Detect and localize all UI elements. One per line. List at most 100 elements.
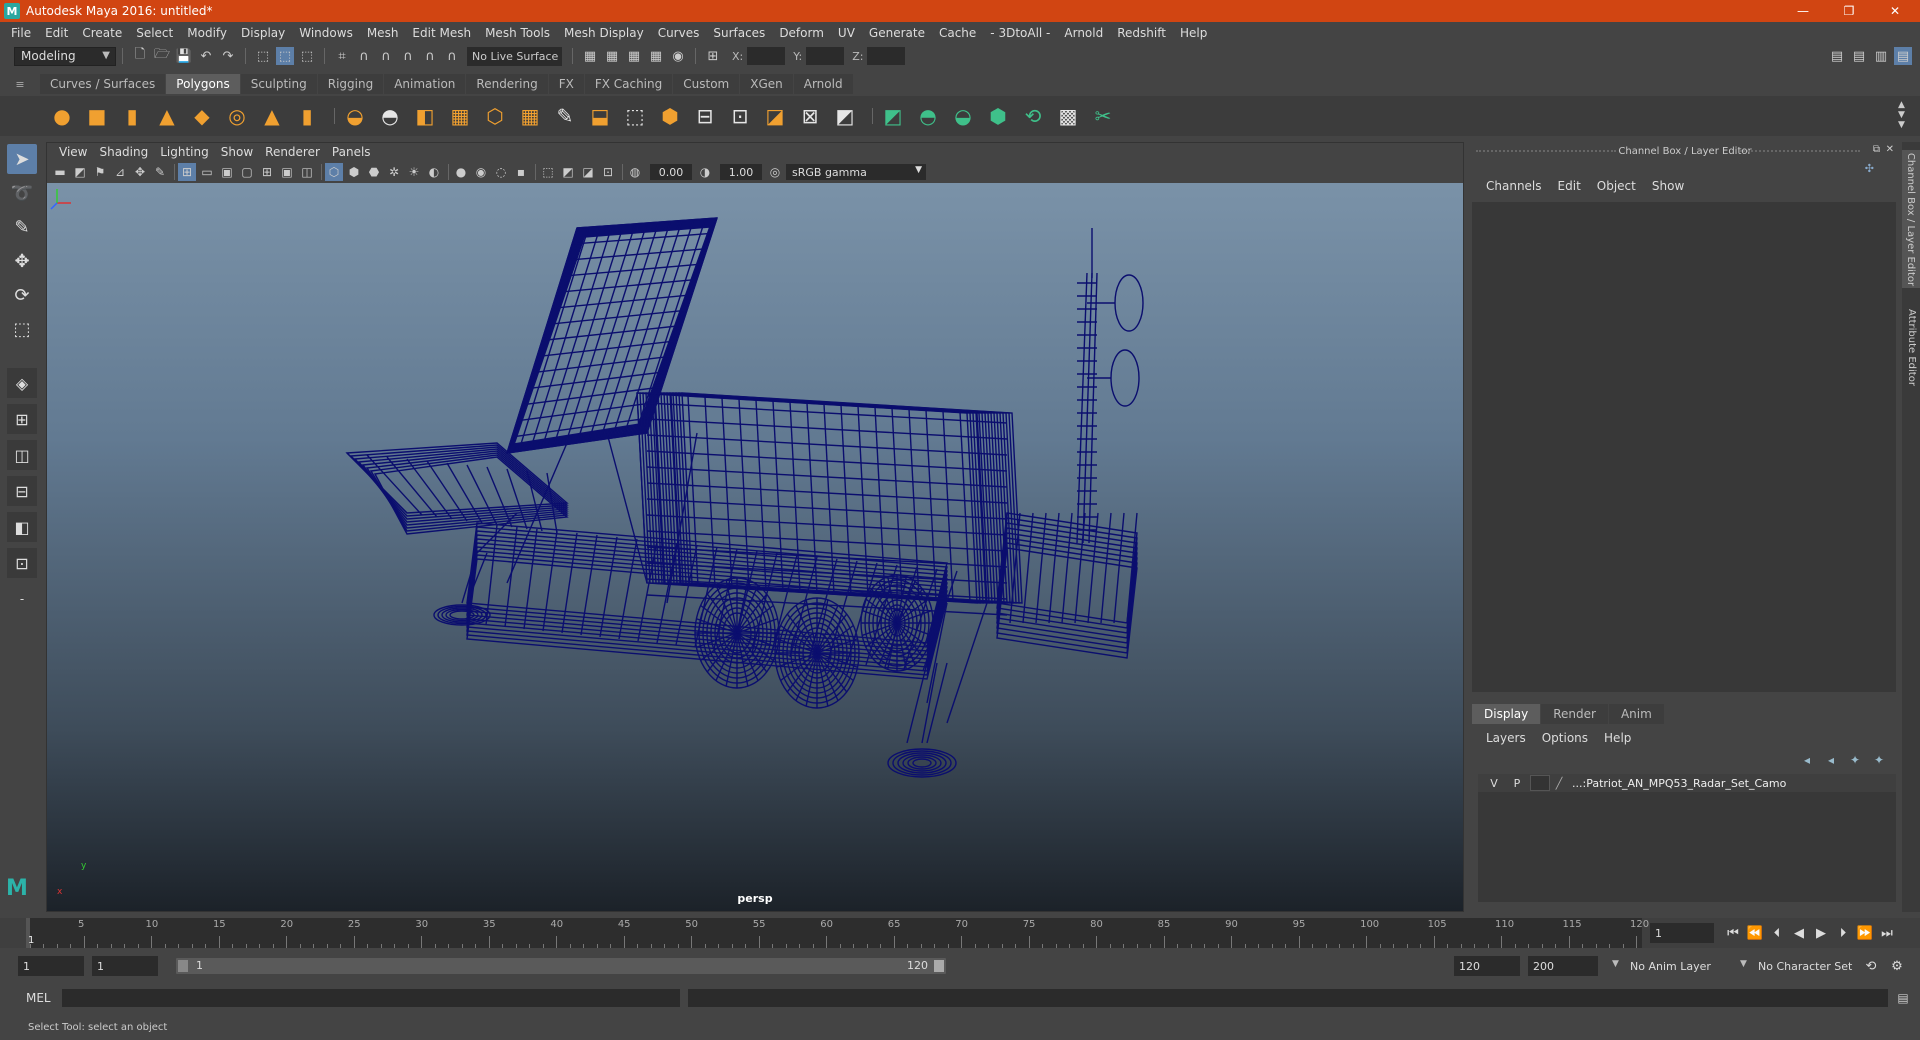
poly-sphere-icon[interactable]: ● bbox=[48, 102, 76, 130]
xray-icon[interactable]: ◩ bbox=[559, 163, 577, 181]
minimize-button[interactable]: — bbox=[1780, 0, 1826, 22]
auto-key-icon[interactable]: ⟲ bbox=[1860, 955, 1882, 977]
smooth-shade-icon[interactable]: ⬢ bbox=[345, 163, 363, 181]
poly-pipe-icon[interactable]: ▮ bbox=[293, 102, 321, 130]
layer-display-type-toggle[interactable] bbox=[1530, 775, 1550, 791]
extrude-icon[interactable]: ⬓ bbox=[586, 102, 614, 130]
shelf-menu-icon[interactable]: ≡ bbox=[0, 74, 40, 94]
side-tab-attribute-editor[interactable]: Attribute Editor bbox=[1902, 302, 1920, 392]
snap-view-plane-icon[interactable]: ∩ bbox=[399, 47, 417, 65]
menu-generate[interactable]: Generate bbox=[862, 26, 932, 40]
shelf-tab-fx-caching[interactable]: FX Caching bbox=[584, 74, 673, 94]
spherical-map-icon[interactable]: ◒ bbox=[949, 102, 977, 130]
menu-3dtoall[interactable]: - 3DtoAll - bbox=[983, 26, 1057, 40]
combine-icon[interactable]: ◒ bbox=[341, 102, 369, 130]
anim-layer-dropdown[interactable]: ▼ No Anim Layer bbox=[1612, 956, 1732, 976]
rotate-tool-icon[interactable]: ⟳ bbox=[7, 280, 37, 310]
tool-settings-toggle-icon[interactable]: ▥ bbox=[1872, 47, 1890, 65]
float-panel-icon[interactable]: ⧉ bbox=[1873, 144, 1880, 155]
paint-select-tool-icon[interactable]: ✎ bbox=[7, 212, 37, 242]
z-field[interactable] bbox=[867, 47, 906, 65]
menu-cache[interactable]: Cache bbox=[932, 26, 983, 40]
x-field[interactable] bbox=[747, 47, 786, 65]
select-object-icon[interactable]: ⬚ bbox=[276, 47, 294, 65]
move-layer-up-icon[interactable]: ◂ bbox=[1798, 752, 1816, 768]
select-component-icon[interactable]: ⬚ bbox=[298, 47, 316, 65]
reduce-icon[interactable]: ⬡ bbox=[481, 102, 509, 130]
side-tab-channel-box[interactable]: Channel Box / Layer Editor bbox=[1902, 150, 1920, 288]
field-chart-icon[interactable]: ⊞ bbox=[258, 163, 276, 181]
shelf-tab-polygons[interactable]: Polygons bbox=[166, 74, 240, 94]
layer-name[interactable]: ...:Patriot_AN_MPQ53_Radar_Set_Camo bbox=[1572, 777, 1786, 790]
sculpt-icon[interactable]: ✎ bbox=[551, 102, 579, 130]
menu-edit-mesh[interactable]: Edit Mesh bbox=[405, 26, 478, 40]
layer-row[interactable]: V P ╱ ...:Patriot_AN_MPQ53_Radar_Set_Cam… bbox=[1478, 774, 1896, 792]
menu-windows[interactable]: Windows bbox=[292, 26, 360, 40]
cb-menu-edit[interactable]: Edit bbox=[1550, 179, 1589, 193]
live-surface-field[interactable]: No Live Surface bbox=[467, 46, 562, 66]
use-all-lights-icon[interactable]: ☀ bbox=[405, 163, 423, 181]
anti-aliasing-icon[interactable]: ◌ bbox=[492, 163, 510, 181]
layer-menu-options[interactable]: Options bbox=[1534, 731, 1596, 745]
new-scene-icon[interactable]: 🗋 bbox=[131, 47, 149, 65]
menu-uv[interactable]: UV bbox=[831, 26, 862, 40]
menu-deform[interactable]: Deform bbox=[772, 26, 831, 40]
scale-tool-icon[interactable]: ⬚ bbox=[7, 314, 37, 344]
shelf-tab-animation[interactable]: Animation bbox=[384, 74, 466, 94]
shelf-tab-xgen[interactable]: XGen bbox=[740, 74, 793, 94]
save-scene-icon[interactable]: 💾 bbox=[175, 47, 193, 65]
grid-icon[interactable]: ⊞ bbox=[178, 163, 196, 181]
current-frame-field[interactable]: 1 bbox=[1650, 923, 1714, 943]
script-editor-icon[interactable]: ▤ bbox=[1894, 989, 1912, 1007]
make-live-icon[interactable]: ∩ bbox=[443, 47, 461, 65]
cb-menu-show[interactable]: Show bbox=[1644, 179, 1692, 193]
menu-set-dropdown[interactable]: Modeling ▼ bbox=[14, 46, 116, 66]
menu-surfaces[interactable]: Surfaces bbox=[706, 26, 772, 40]
two-pane-side-layout-icon[interactable]: ◫ bbox=[7, 440, 37, 470]
animation-start-field[interactable]: 1 bbox=[18, 956, 84, 976]
channel-box-toggle-icon[interactable]: ▤ bbox=[1894, 47, 1912, 65]
render-settings-icon[interactable]: ▦ bbox=[581, 47, 599, 65]
planar-map-icon[interactable]: ◩ bbox=[879, 102, 907, 130]
depth-of-field-icon[interactable]: ▪ bbox=[512, 163, 530, 181]
menu-file[interactable]: File bbox=[4, 26, 38, 40]
hypershade-icon[interactable]: ◉ bbox=[669, 47, 687, 65]
panel-menu-show[interactable]: Show bbox=[215, 145, 259, 159]
color-management-icon[interactable]: ◎ bbox=[766, 163, 784, 181]
outliner-persp-layout-icon[interactable]: ◧ bbox=[7, 512, 37, 542]
menu-display[interactable]: Display bbox=[234, 26, 292, 40]
append-poly-icon[interactable]: ◩ bbox=[831, 102, 859, 130]
wireframe-icon[interactable]: ⬡ bbox=[325, 163, 343, 181]
menu-modify[interactable]: Modify bbox=[180, 26, 234, 40]
move-tool-icon[interactable]: ✥ bbox=[7, 246, 37, 276]
safe-title-icon[interactable]: ◫ bbox=[298, 163, 316, 181]
drag-handle[interactable] bbox=[1476, 150, 1616, 152]
panel-menu-lighting[interactable]: Lighting bbox=[154, 145, 215, 159]
target-weld-icon[interactable]: ◪ bbox=[761, 102, 789, 130]
camera-attributes-icon[interactable]: ◩ bbox=[71, 163, 89, 181]
four-pane-layout-icon[interactable]: ⊞ bbox=[7, 404, 37, 434]
checker-map-icon[interactable]: ▩ bbox=[1054, 102, 1082, 130]
y-field[interactable] bbox=[806, 47, 845, 65]
menu-mesh-display[interactable]: Mesh Display bbox=[557, 26, 651, 40]
layer-menu-layers[interactable]: Layers bbox=[1478, 731, 1534, 745]
animation-end-field[interactable]: 200 bbox=[1528, 956, 1598, 976]
persp-viewport[interactable]: y x persp bbox=[47, 183, 1463, 911]
gamma-field[interactable]: 1.00 bbox=[720, 164, 762, 180]
move-layer-down-icon[interactable]: ◂ bbox=[1822, 752, 1840, 768]
range-bar[interactable]: 1 120 bbox=[176, 958, 946, 974]
transform-mode-icon[interactable]: ⊞ bbox=[704, 47, 722, 65]
cb-menu-object[interactable]: Object bbox=[1589, 179, 1644, 193]
shelf-tab-curves-surfaces[interactable]: Curves / Surfaces bbox=[40, 74, 166, 94]
layer-tab-render[interactable]: Render bbox=[1541, 704, 1608, 724]
menu-mesh[interactable]: Mesh bbox=[360, 26, 406, 40]
cb-menu-channels[interactable]: Channels bbox=[1478, 179, 1550, 193]
bookmark-icon[interactable]: ⚑ bbox=[91, 163, 109, 181]
range-start-handle[interactable] bbox=[178, 960, 188, 972]
shelf-tab-arnold[interactable]: Arnold bbox=[793, 74, 853, 94]
modeling-toolkit-icon[interactable]: ▤ bbox=[1828, 47, 1846, 65]
select-hierarchy-icon[interactable]: ⬚ bbox=[254, 47, 272, 65]
close-panel-icon[interactable]: ✕ bbox=[1886, 144, 1894, 155]
single-pane-layout-icon[interactable]: ◈ bbox=[7, 368, 37, 398]
grease-pencil-icon[interactable]: ✎ bbox=[151, 163, 169, 181]
